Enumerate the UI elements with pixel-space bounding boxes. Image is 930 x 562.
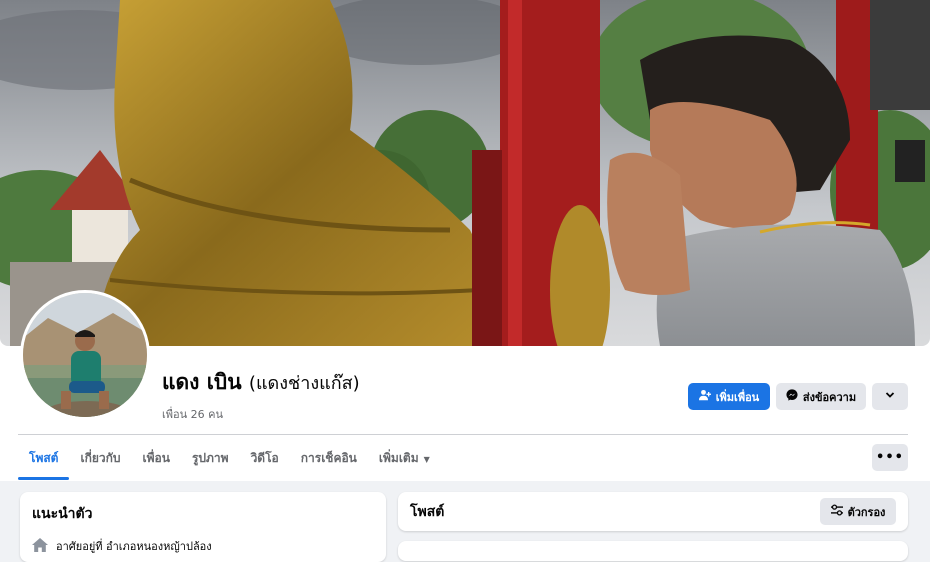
intro-title: แนะนำตัว <box>32 506 93 522</box>
profile-full-name: แดง เบิน <box>162 370 242 394</box>
add-friend-label: เพิ่มเพื่อน <box>715 390 760 404</box>
tab-more[interactable]: เพิ่มเติม ▼ <box>368 440 441 480</box>
tab-checkins[interactable]: การเช็คอิน <box>290 440 368 480</box>
add-friend-icon <box>698 389 711 404</box>
caret-down-icon: ▼ <box>423 455 430 464</box>
lives-in-text[interactable]: อาศัยอยู่ที่ อำเภอหนองหญ้าปล้อง <box>56 537 212 555</box>
sliders-icon <box>830 504 843 519</box>
intro-card: แนะนำตัว อาศัยอยู่ที่ อำเภอหนองหญ้าปล้อง <box>20 492 386 562</box>
profile-tabs: โพสต์ เกี่ยวกับ เพื่อน รูปภาพ วิดีโอ การ… <box>18 440 441 480</box>
tab-photos[interactable]: รูปภาพ <box>181 440 240 480</box>
tab-posts-label: โพสต์ <box>29 451 59 465</box>
tab-more-label: เพิ่มเติม <box>378 451 419 465</box>
filter-button[interactable]: ตัวกรอง <box>820 498 896 525</box>
profile-picture[interactable] <box>20 290 150 420</box>
profile-name-block: แดง เบิน (แดงช่างแก๊ส) เพื่อน 26 คน <box>162 366 360 423</box>
tab-videos-label: วิดีโอ <box>250 451 279 465</box>
tab-posts[interactable]: โพสต์ <box>18 440 70 480</box>
tab-friends-label: เพื่อน <box>142 451 170 465</box>
tab-about-label: เกี่ยวกับ <box>80 451 121 465</box>
cover-photo[interactable] <box>0 0 930 346</box>
tab-checkins-label: การเช็คอิน <box>300 451 357 465</box>
more-options-button[interactable]: ••• <box>872 444 908 471</box>
profile-nickname: (แดงช่างแก๊ส) <box>248 373 360 394</box>
tab-about[interactable]: เกี่ยวกับ <box>69 440 131 480</box>
messenger-icon <box>786 389 798 404</box>
posts-header-card: โพสต์ ตัวกรอง <box>398 492 908 531</box>
tab-photos-label: รูปภาพ <box>191 451 229 465</box>
message-label: ส่งข้อความ <box>802 390 857 404</box>
add-friend-button[interactable]: เพิ่มเพื่อน <box>688 383 770 410</box>
home-icon <box>32 537 48 555</box>
header-divider <box>18 434 908 435</box>
profile-header: แดง เบิน (แดงช่างแก๊ส) เพื่อน 26 คน เพิ่… <box>0 0 930 481</box>
friends-count[interactable]: เพื่อน 26 คน <box>162 405 360 423</box>
avatar <box>23 293 147 417</box>
profile-actions: เพิ่มเพื่อน ส่งข้อความ <box>688 383 908 410</box>
profile-name[interactable]: แดง เบิน (แดงช่างแก๊ส) <box>162 366 360 399</box>
intro-lives-in: อาศัยอยู่ที่ อำเภอหนองหญ้าปล้อง <box>32 537 374 555</box>
filter-label: ตัวกรอง <box>847 505 886 519</box>
composer-card <box>398 541 908 561</box>
tab-videos[interactable]: วิดีโอ <box>240 440 290 480</box>
ellipsis-icon: ••• <box>876 450 904 465</box>
chevron-down-icon <box>885 390 895 403</box>
tab-friends[interactable]: เพื่อน <box>132 440 181 480</box>
posts-title: โพสต์ <box>410 503 445 520</box>
profile-dropdown-button[interactable] <box>872 383 908 410</box>
message-button[interactable]: ส่งข้อความ <box>776 383 866 410</box>
